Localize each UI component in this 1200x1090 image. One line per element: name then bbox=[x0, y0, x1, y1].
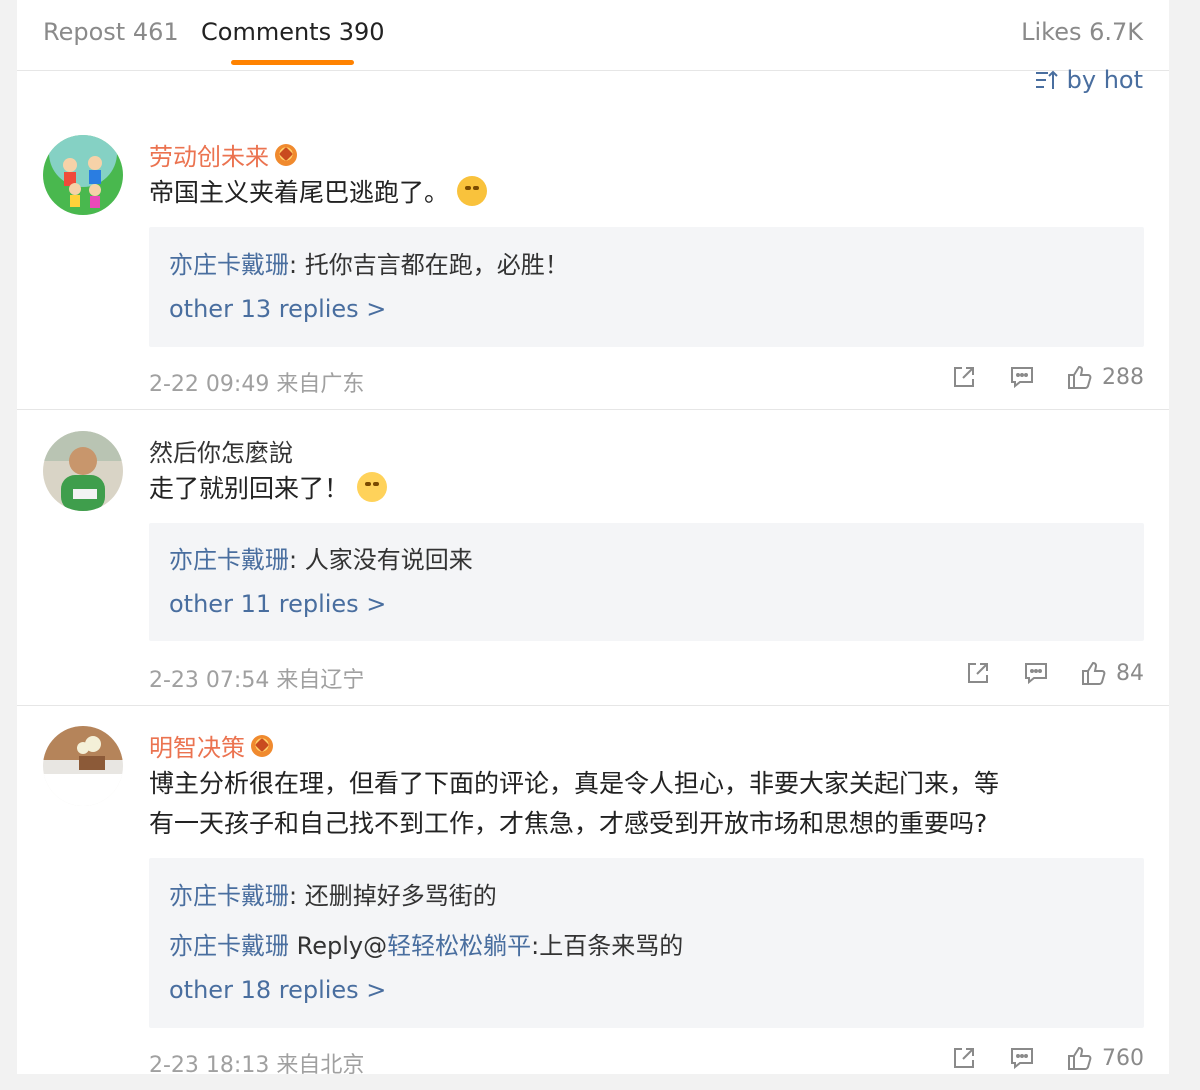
comment-button[interactable] bbox=[1022, 659, 1050, 687]
username[interactable]: 劳动创未来 bbox=[149, 137, 297, 172]
comment-icon bbox=[1011, 1048, 1033, 1070]
reply-line: 亦庄卡戴珊: 托你吉言都在跑，必胜！ bbox=[169, 245, 569, 280]
username-text: 明智决策 bbox=[149, 734, 245, 762]
reply-text: : 托你吉言都在跑，必胜！ bbox=[289, 251, 569, 279]
reply-box[interactable]: 亦庄卡戴珊: 人家没有说回来 other 11 replies > bbox=[149, 523, 1144, 641]
tab-likes[interactable]: Likes 6.7K bbox=[1021, 18, 1143, 46]
reply-line: 亦庄卡戴珊: 还删掉好多骂街的 bbox=[169, 876, 497, 911]
more-replies-link[interactable]: other 13 replies > bbox=[169, 295, 386, 323]
share-icon bbox=[968, 663, 988, 683]
vip-badge-icon bbox=[275, 143, 297, 166]
username[interactable]: 然后你怎麼說 bbox=[149, 433, 293, 468]
mentioned-user[interactable]: 轻轻松松躺平 bbox=[387, 932, 531, 960]
comment-actions: 288 bbox=[950, 363, 1144, 391]
more-replies-link[interactable]: other 18 replies > bbox=[169, 976, 386, 1004]
blush-emoji-icon bbox=[457, 176, 488, 206]
reply-author[interactable]: 亦庄卡戴珊 bbox=[169, 932, 289, 960]
comment-text: 帝国主义夹着尾巴逃跑了。 bbox=[149, 173, 1149, 213]
reply-box[interactable]: 亦庄卡戴珊: 托你吉言都在跑，必胜！ other 13 replies > bbox=[149, 227, 1144, 347]
reply-text: :上百条来骂的 bbox=[531, 932, 684, 960]
comment-text: 走了就别回来了！ bbox=[149, 469, 1149, 509]
comment-button[interactable] bbox=[1008, 363, 1036, 391]
divider bbox=[17, 409, 1169, 410]
comment-icon bbox=[1025, 663, 1047, 685]
thumbs-up-icon bbox=[1068, 365, 1092, 389]
thumbs-up-icon bbox=[1068, 1046, 1092, 1070]
like-button[interactable]: 288 bbox=[1066, 363, 1144, 391]
username-text: 然后你怎麼說 bbox=[149, 439, 293, 467]
comment-button[interactable] bbox=[1008, 1044, 1036, 1072]
comment-text-content: 帝国主义夹着尾巴逃跑了。 bbox=[149, 178, 450, 207]
comment-meta: 2-22 09:49 来自广东 bbox=[149, 372, 365, 397]
reply-text: : 人家没有说回来 bbox=[289, 546, 473, 574]
comment-actions: 760 bbox=[950, 1044, 1144, 1072]
share-button[interactable] bbox=[950, 1044, 978, 1072]
reply-author[interactable]: 亦庄卡戴珊 bbox=[169, 882, 289, 910]
sort-icon bbox=[1035, 70, 1058, 89]
share-icon bbox=[954, 1048, 974, 1068]
vip-badge-icon bbox=[251, 734, 273, 757]
like-count: 288 bbox=[1102, 364, 1144, 390]
like-button[interactable]: 84 bbox=[1080, 659, 1144, 687]
reply-line: 亦庄卡戴珊: 人家没有说回来 bbox=[169, 540, 473, 575]
tab-bar: Repost 461 Comments 390 Likes 6.7K bbox=[17, 0, 1169, 71]
reply-author[interactable]: 亦庄卡戴珊 bbox=[169, 546, 289, 574]
comments-page: Repost 461 Comments 390 Likes 6.7K by ho… bbox=[17, 0, 1169, 1074]
sort-label: by hot bbox=[1066, 66, 1143, 94]
comment-actions: 84 bbox=[964, 659, 1144, 687]
tab-comments[interactable]: Comments 390 bbox=[201, 18, 385, 46]
reply-text: : 还删掉好多骂街的 bbox=[289, 882, 497, 910]
active-tab-indicator bbox=[231, 60, 354, 65]
like-count: 760 bbox=[1102, 1045, 1144, 1071]
username[interactable]: 明智决策 bbox=[149, 728, 273, 763]
avatar[interactable] bbox=[43, 726, 123, 806]
reply-prefix: Reply@ bbox=[289, 932, 388, 960]
share-button[interactable] bbox=[950, 363, 978, 391]
reply-line: 亦庄卡戴珊 Reply@轻轻松松躺平:上百条来骂的 bbox=[169, 926, 683, 961]
reply-box[interactable]: 亦庄卡戴珊: 还删掉好多骂街的 亦庄卡戴珊 Reply@轻轻松松躺平:上百条来骂… bbox=[149, 858, 1144, 1028]
avatar[interactable] bbox=[43, 135, 123, 215]
thumbs-up-icon bbox=[1082, 661, 1106, 685]
laugh-cry-emoji-icon bbox=[357, 472, 388, 502]
username-text: 劳动创未来 bbox=[149, 143, 269, 171]
divider bbox=[17, 705, 1169, 706]
more-replies-link[interactable]: other 11 replies > bbox=[169, 590, 386, 618]
reply-author[interactable]: 亦庄卡戴珊 bbox=[169, 251, 289, 279]
like-count: 84 bbox=[1116, 660, 1144, 686]
sort-by-hot-button[interactable]: by hot bbox=[1033, 66, 1143, 94]
comment-text: 博主分析很在理，但看了下面的评论，真是令人担心，非要大家关起门来，等 有一天孩子… bbox=[149, 764, 1149, 844]
comment-text-line: 博主分析很在理，但看了下面的评论，真是令人担心，非要大家关起门来，等 bbox=[149, 769, 1000, 798]
share-icon bbox=[954, 367, 974, 387]
comment-text-line: 有一天孩子和自己找不到工作，才焦急，才感受到开放市场和思想的重要吗? bbox=[149, 809, 988, 838]
comment-meta: 2-23 18:13 来自北京 bbox=[149, 1053, 365, 1074]
like-button[interactable]: 760 bbox=[1066, 1044, 1144, 1072]
share-button[interactable] bbox=[964, 659, 992, 687]
tab-repost[interactable]: Repost 461 bbox=[43, 18, 179, 46]
avatar[interactable] bbox=[43, 431, 123, 511]
comment-text-content: 走了就别回来了！ bbox=[149, 474, 350, 503]
comment-meta: 2-23 07:54 来自辽宁 bbox=[149, 668, 365, 693]
comment-icon bbox=[1011, 367, 1033, 389]
